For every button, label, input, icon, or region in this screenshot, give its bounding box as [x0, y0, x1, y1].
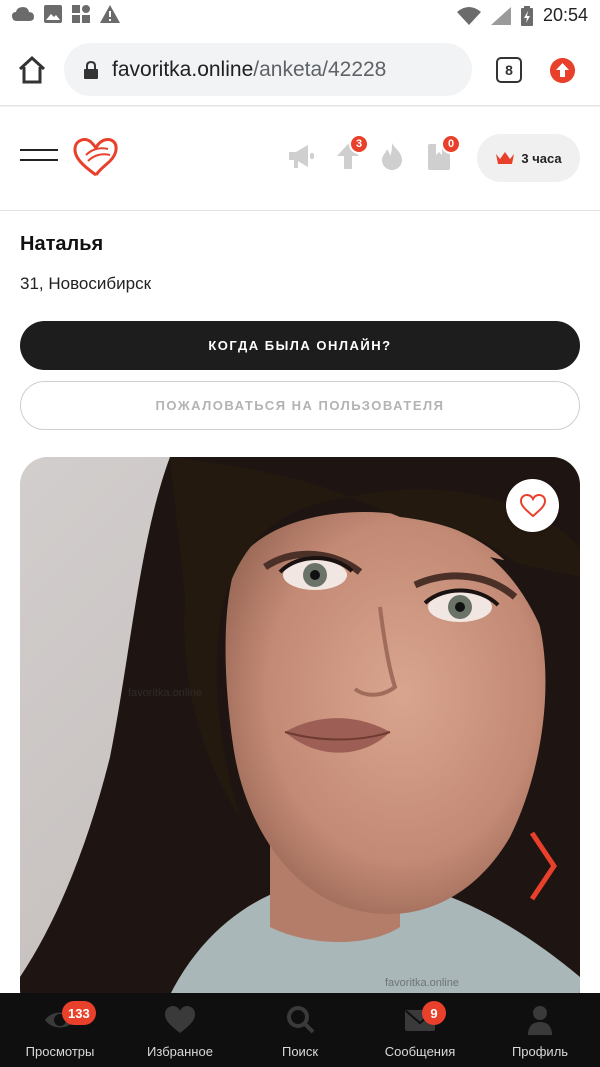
profile-name: Наталья: [20, 233, 104, 255]
search-icon: [287, 1006, 315, 1034]
premium-label: 3 часа: [521, 150, 562, 166]
battery-charging-icon: [520, 5, 533, 26]
user-icon: [528, 1006, 552, 1035]
photo-watermark-bottom: favoritka.online: [385, 977, 459, 989]
image-icon: [44, 5, 62, 23]
messages-badge: 9: [422, 1001, 446, 1025]
chevron-right-icon[interactable]: [526, 829, 560, 903]
home-icon[interactable]: [14, 52, 50, 88]
tab-switcher-button[interactable]: 8: [496, 57, 522, 83]
cloud-icon: [12, 7, 34, 21]
when-online-button[interactable]: КОГДА БЫЛА ОНЛАЙН?: [20, 321, 580, 370]
nav-profile[interactable]: Профиль: [480, 993, 600, 1067]
menu-line: [20, 149, 58, 151]
address-bar[interactable]: favoritka.online/anketa/42228: [64, 43, 472, 96]
url-path: /anketa/42228: [253, 57, 387, 81]
nav-search[interactable]: Поиск: [240, 993, 360, 1067]
clock: 20:54: [542, 5, 588, 25]
browser-toolbar: favoritka.online/anketa/42228 8: [0, 32, 600, 106]
profile-photo[interactable]: favoritka.online favoritka.online: [20, 457, 580, 1017]
site-header: 3 0 3 часа: [0, 107, 600, 211]
megaphone-icon[interactable]: [286, 141, 316, 171]
nav-messages[interactable]: 9 Сообщения: [360, 993, 480, 1067]
report-user-button[interactable]: ПОЖАЛОВАТЬСЯ НА ПОЛЬЗОВАТЕЛЯ: [20, 381, 580, 430]
nav-views[interactable]: 133 Просмотры: [0, 993, 120, 1067]
nav-label: Просмотры: [25, 1044, 95, 1059]
heart-icon: [165, 1006, 195, 1033]
menu-line: [20, 159, 58, 161]
premium-button[interactable]: 3 часа: [477, 134, 580, 182]
lock-icon: [84, 60, 98, 79]
url-host: favoritka.online: [112, 57, 254, 81]
portrait-image: [20, 457, 580, 1017]
apps-icon: [72, 5, 90, 23]
favorite-button[interactable]: [506, 479, 559, 532]
nav-label: Избранное: [147, 1044, 213, 1059]
views-badge: 133: [62, 1001, 96, 1025]
status-bar: 20:54: [0, 0, 600, 32]
profile-age-city: 31, Новосибирск: [20, 274, 152, 293]
nav-label: Сообщения: [384, 1044, 456, 1059]
signal-icon: [490, 6, 511, 25]
menu-button[interactable]: [20, 149, 58, 169]
update-icon[interactable]: [550, 58, 575, 83]
photo-watermark: favoritka.online: [128, 687, 202, 699]
bookmark-badge: 0: [441, 134, 461, 154]
heart-outline-icon: [519, 493, 546, 517]
nav-label: Профиль: [511, 1044, 569, 1059]
crown-icon: [496, 151, 515, 164]
warning-icon: [100, 5, 120, 23]
nav-favorites[interactable]: Избранное: [120, 993, 240, 1067]
lift-badge: 3: [349, 134, 369, 154]
bottom-navigation: 133 Просмотры Избранное Поиск 9 Сообщени…: [0, 993, 600, 1067]
fire-icon[interactable]: [377, 141, 407, 171]
site-logo-heart[interactable]: [72, 135, 120, 179]
wifi-icon: [456, 6, 481, 25]
nav-label: Поиск: [281, 1044, 319, 1059]
